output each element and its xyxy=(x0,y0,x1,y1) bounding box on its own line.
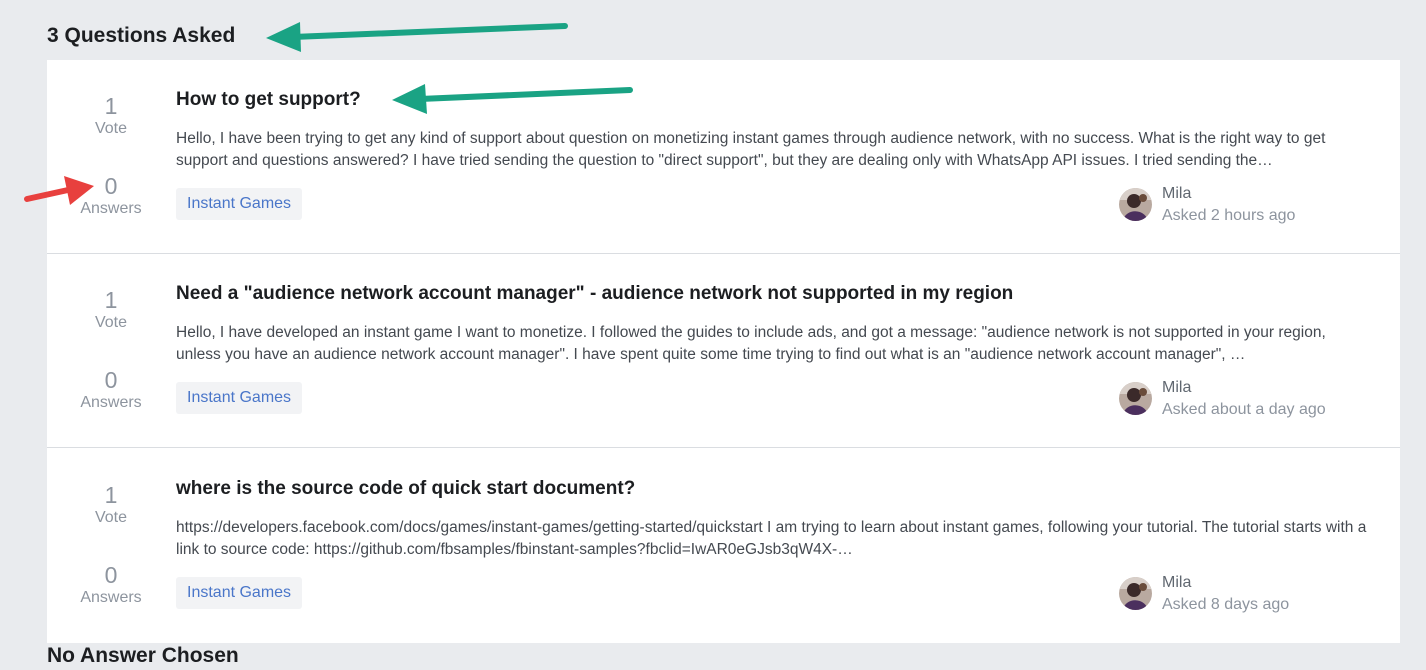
author-name-link[interactable]: Mila xyxy=(1162,573,1191,593)
question-title-link[interactable]: where is the source code of quick start … xyxy=(176,477,635,501)
question-excerpt: Hello, I have been trying to get any kin… xyxy=(176,130,1326,169)
question-title-link[interactable]: Need a "audience network account manager… xyxy=(176,282,1013,306)
vote-number: 1 xyxy=(104,287,118,313)
vote-number: 1 xyxy=(104,93,118,119)
green-arrow-icon xyxy=(266,22,568,52)
author-name-link[interactable]: Mila xyxy=(1162,184,1191,204)
vote-label: Vote xyxy=(94,509,128,526)
answer-label: Answers xyxy=(80,394,142,411)
answer-number: 0 xyxy=(104,562,118,588)
answer-label: Answers xyxy=(80,589,142,606)
answer-label: Answers xyxy=(80,200,142,217)
answer-count: 0 Answers xyxy=(61,173,161,219)
question-card: 1 Vote 0 Answers where is the source cod… xyxy=(47,449,1400,643)
question-excerpt: Hello, I have developed an instant game … xyxy=(176,324,1326,363)
tag-instant-games[interactable]: Instant Games xyxy=(176,382,303,414)
tag-instant-games[interactable]: Instant Games xyxy=(176,577,303,609)
vote-count: 1 Vote xyxy=(61,482,161,528)
vote-number: 1 xyxy=(104,482,118,508)
question-title-link[interactable]: How to get support? xyxy=(176,88,361,112)
asked-time: Asked 2 hours ago xyxy=(1162,207,1296,224)
asked-time: Asked 8 days ago xyxy=(1162,596,1290,613)
answer-count: 0 Answers xyxy=(61,562,161,608)
answer-count: 0 Answers xyxy=(61,367,161,413)
tag-instant-games[interactable]: Instant Games xyxy=(176,188,303,220)
question-list: 1 Vote 0 Answers How to get support? Hel… xyxy=(47,60,1400,643)
question-excerpt: https://developers.facebook.com/docs/gam… xyxy=(176,519,1367,558)
asked-time: Asked about a day ago xyxy=(1162,401,1326,418)
question-card: 1 Vote 0 Answers Need a "audience networ… xyxy=(47,254,1400,448)
question-card: 1 Vote 0 Answers How to get support? Hel… xyxy=(47,60,1400,254)
answer-number: 0 xyxy=(104,173,118,199)
user-avatar-icon[interactable] xyxy=(1119,188,1152,221)
vote-label: Vote xyxy=(94,314,128,331)
vote-count: 1 Vote xyxy=(61,93,161,139)
divider xyxy=(47,447,1400,448)
section-title: 3 Questions Asked xyxy=(47,24,236,47)
next-section-title: No Answer Chosen xyxy=(47,644,239,667)
vote-count: 1 Vote xyxy=(61,287,161,333)
answer-number: 0 xyxy=(104,367,118,393)
user-avatar-icon[interactable] xyxy=(1119,577,1152,610)
vote-label: Vote xyxy=(94,120,128,137)
author-name-link[interactable]: Mila xyxy=(1162,378,1191,398)
user-avatar-icon[interactable] xyxy=(1119,382,1152,415)
